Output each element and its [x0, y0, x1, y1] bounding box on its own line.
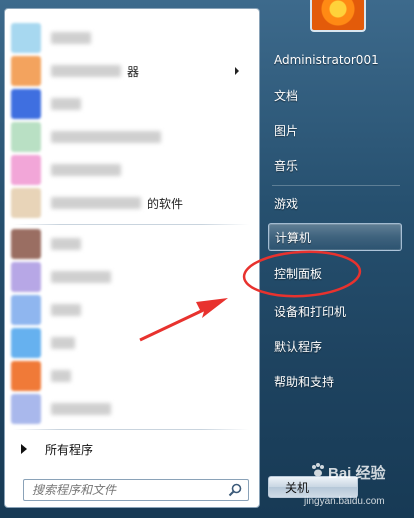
default-programs-link[interactable]: 默认程序: [268, 332, 402, 360]
search-icon[interactable]: [228, 483, 242, 497]
program-item[interactable]: [11, 260, 251, 294]
program-label: 的软件: [147, 196, 184, 211]
submenu-arrow-icon: [235, 67, 239, 75]
pictures-link[interactable]: 图片: [268, 116, 402, 144]
expand-arrow-icon: [21, 444, 27, 454]
program-label-blurred: [51, 271, 111, 283]
program-label-blurred: [51, 304, 81, 316]
program-icon: [11, 328, 41, 358]
programs-pane: 器的软件 所有程序: [4, 8, 260, 508]
music-link[interactable]: 音乐: [268, 151, 402, 179]
program-item[interactable]: [11, 21, 251, 55]
program-item[interactable]: [11, 326, 251, 360]
user-folder-link[interactable]: Administrator001: [268, 46, 402, 74]
games-link[interactable]: 游戏: [268, 189, 402, 217]
program-icon: [11, 262, 41, 292]
program-item[interactable]: [11, 392, 251, 426]
programs-separator: [13, 429, 249, 430]
program-icon: [11, 361, 41, 391]
program-icon: [11, 188, 41, 218]
computer-link[interactable]: 计算机: [268, 223, 402, 251]
program-icon: [11, 394, 41, 424]
right-separator: [272, 185, 400, 186]
all-programs-label: 所有程序: [45, 442, 94, 457]
watermark: Bai 经验 jingyan.baidu.com: [304, 458, 412, 514]
devices-printers-link[interactable]: 设备和打印机: [268, 297, 402, 325]
control-panel-link[interactable]: 控制面板: [268, 259, 402, 287]
program-item[interactable]: [11, 87, 251, 121]
program-label-blurred: [51, 370, 71, 382]
user-avatar[interactable]: [310, 0, 366, 32]
program-item[interactable]: 的软件: [11, 186, 251, 220]
program-label-blurred: [51, 337, 75, 349]
program-icon: [11, 229, 41, 259]
program-label: 器: [127, 64, 140, 79]
program-label-blurred: [51, 238, 81, 250]
program-label-blurred: [51, 32, 91, 44]
right-menu-pane: Administrator001 文档 图片 音乐 游戏 计算机 控制面板 设备…: [262, 0, 414, 518]
program-item[interactable]: 器: [11, 54, 251, 88]
program-item[interactable]: [11, 227, 251, 261]
program-label-blurred: [51, 65, 121, 77]
program-label-blurred: [51, 164, 121, 176]
program-icon: [11, 122, 41, 152]
program-icon: [11, 23, 41, 53]
program-label-blurred: [51, 403, 111, 415]
program-icon: [11, 295, 41, 325]
watermark-logo: Bai 经验: [328, 465, 386, 482]
search-input[interactable]: [32, 483, 222, 497]
recent-separator: [13, 224, 249, 225]
search-box[interactable]: [23, 479, 249, 501]
program-item[interactable]: [11, 120, 251, 154]
pinned-programs-list: 器的软件: [5, 9, 259, 429]
watermark-url: jingyan.baidu.com: [304, 496, 385, 507]
program-item[interactable]: [11, 153, 251, 187]
documents-link[interactable]: 文档: [268, 81, 402, 109]
program-item[interactable]: [11, 359, 251, 393]
program-label-blurred: [51, 197, 141, 209]
program-icon: [11, 89, 41, 119]
program-label-blurred: [51, 131, 161, 143]
all-programs-button[interactable]: 所有程序: [11, 437, 251, 461]
paw-icon: [312, 463, 324, 477]
program-item[interactable]: [11, 293, 251, 327]
program-label-blurred: [51, 98, 81, 110]
program-icon: [11, 56, 41, 86]
help-support-link[interactable]: 帮助和支持: [268, 367, 402, 395]
program-icon: [11, 155, 41, 185]
